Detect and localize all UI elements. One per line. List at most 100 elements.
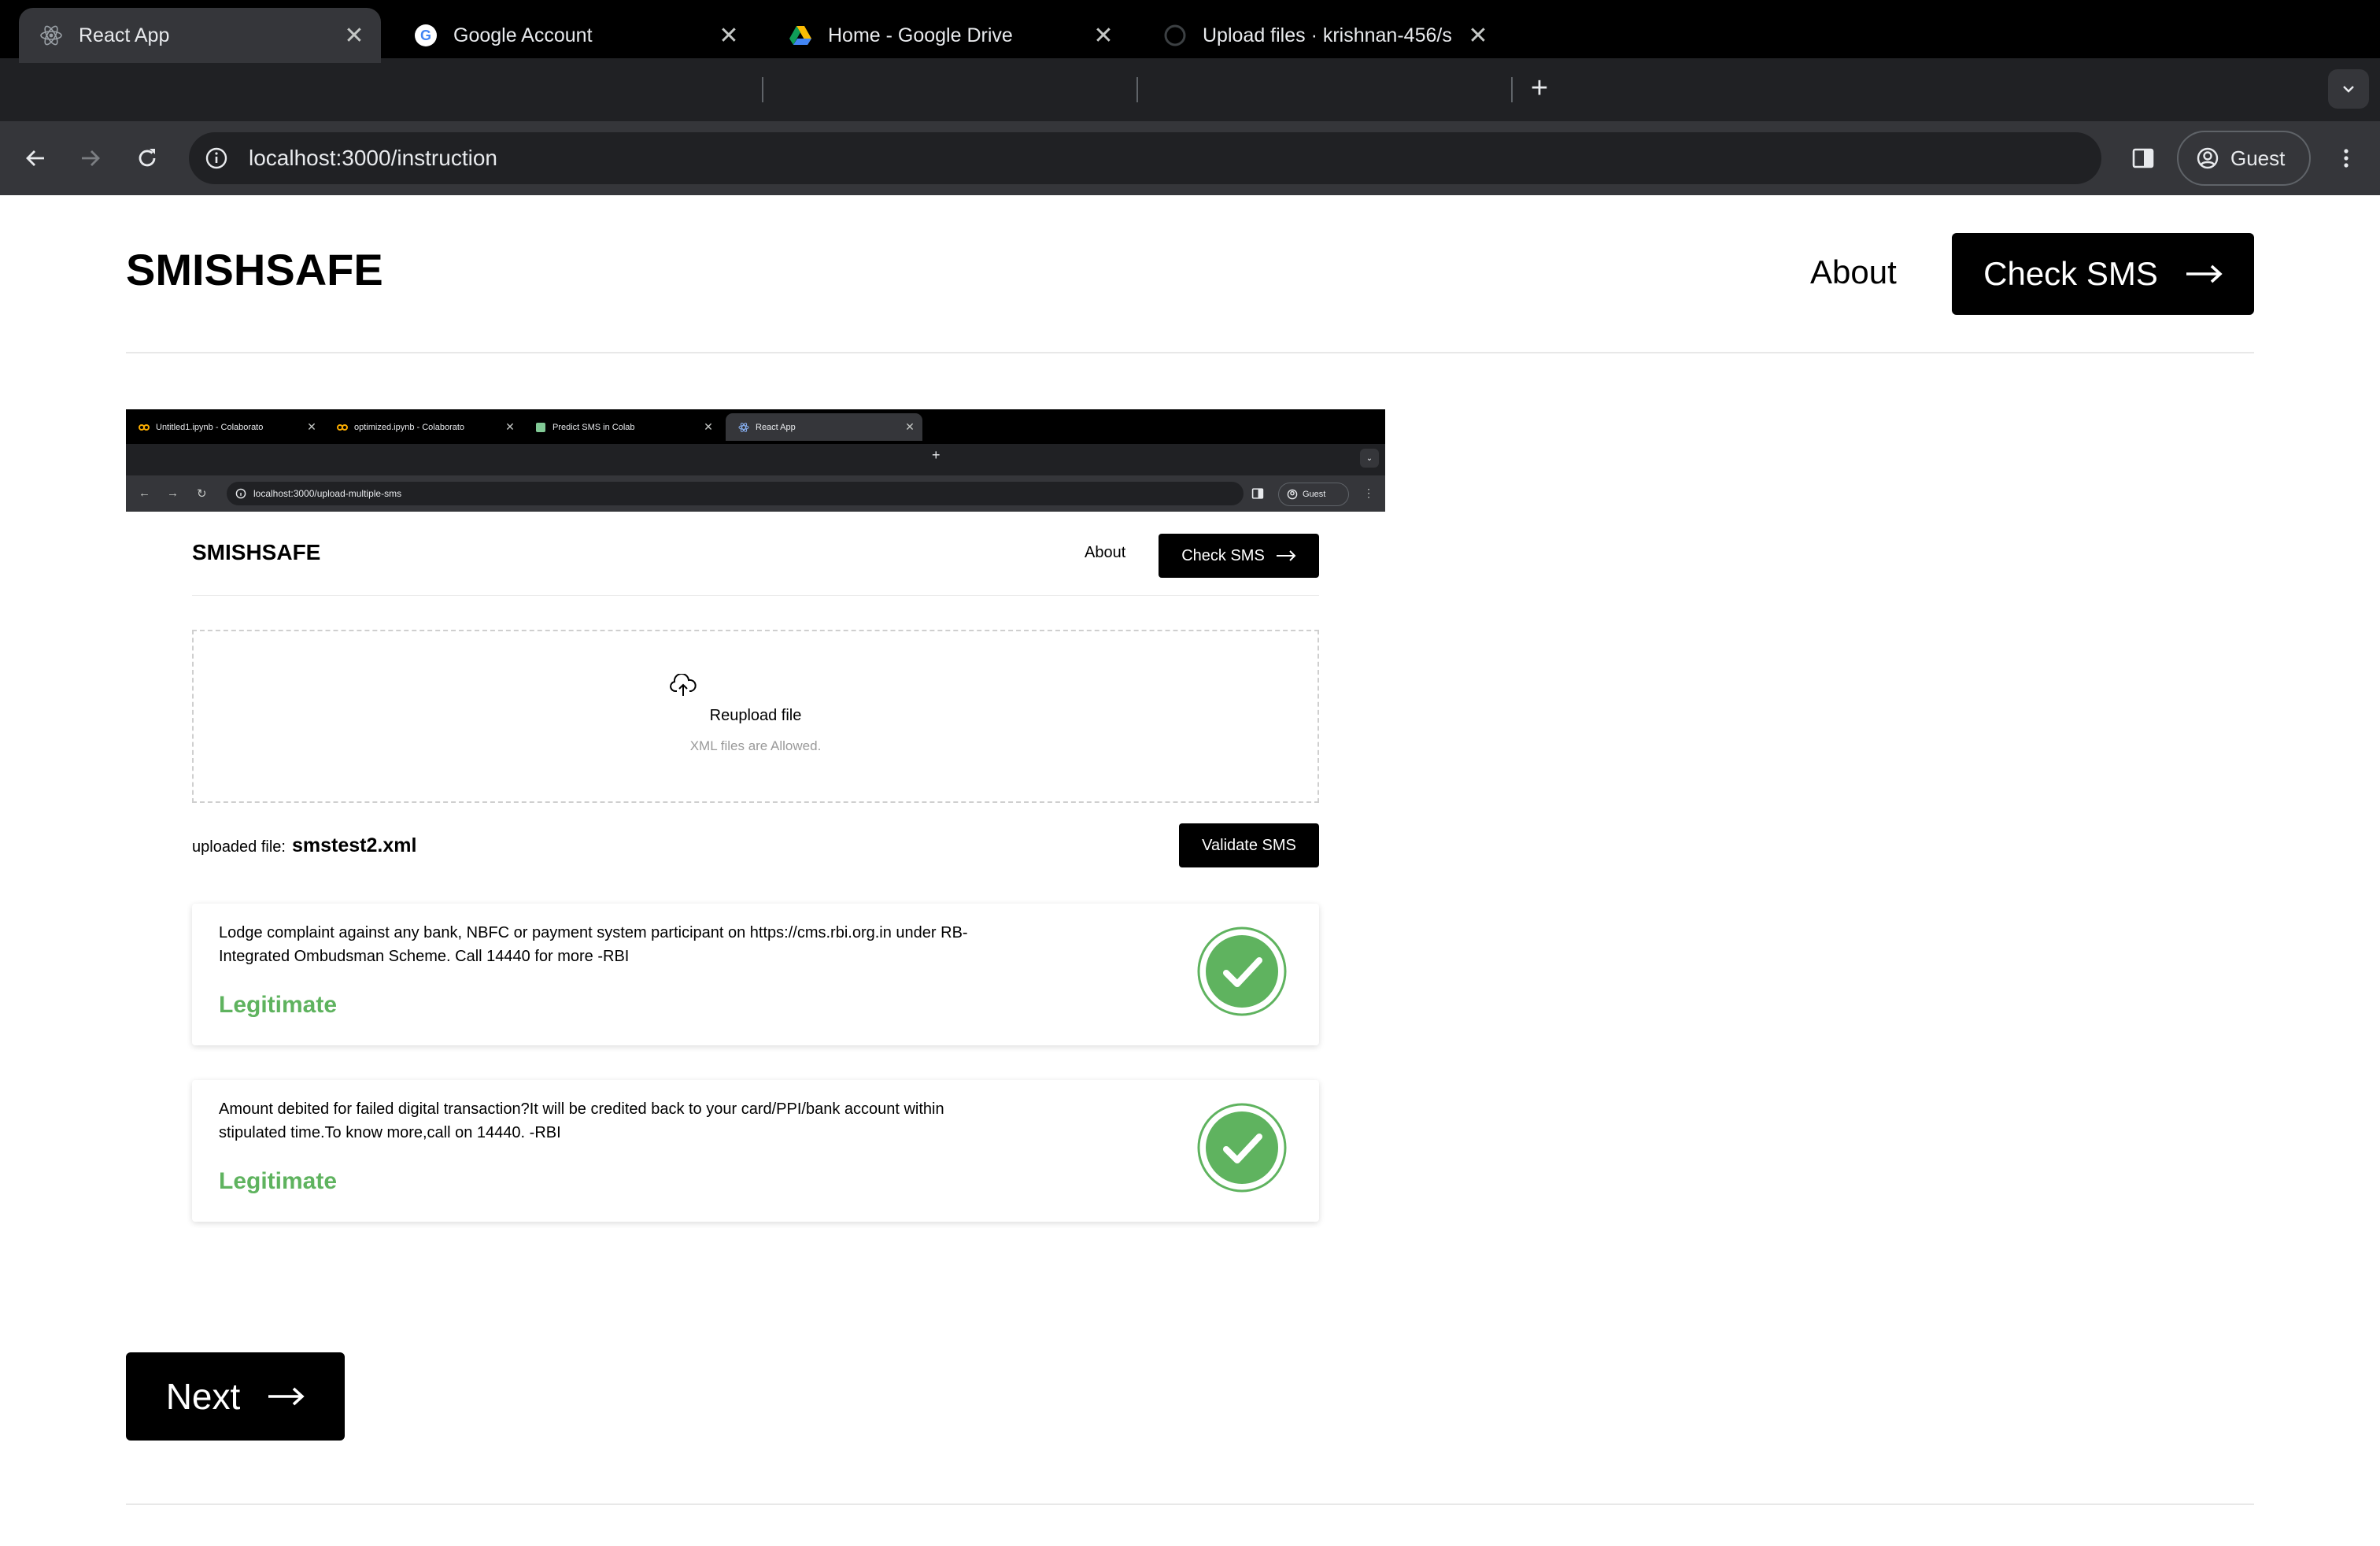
tab-title: Upload files · krishnan-456/s [1203,24,1452,46]
tab-google-account[interactable]: G Google Account ✕ [394,8,756,63]
instruction-screenshot: Untitled1.ipynb - Colaborato ✕ optimized… [126,409,1385,1228]
address-bar[interactable]: localhost:3000/instruction [189,132,2101,184]
sms-message-text: Amount debited for failed digital transa… [219,1100,944,1141]
screenshot-tab-title: Untitled1.ipynb - Colaborato [156,422,264,432]
arrow-right-icon: → [167,486,179,500]
screenshot-tab-predict: Predict SMS in Colab ✕ [523,413,721,441]
screenshot-reupload-label: Reupload file [709,707,802,724]
tab-upload-files[interactable]: Upload files · krishnan-456/s ✕ [1143,8,1505,63]
screenshot-validate-sms-button: Validate SMS [1179,823,1319,867]
screenshot-site-logo: SMISHSAFE [192,540,321,564]
screenshot-profile-button: Guest [1278,483,1349,506]
url-text: localhost:3000/instruction [249,146,497,170]
reload-icon: ↻ [197,487,207,501]
close-icon[interactable]: ✕ [1462,22,1494,50]
back-button[interactable] [16,139,55,178]
side-panel-icon [2132,148,2154,168]
svg-text:G: G [420,28,431,43]
screenshot-check-sms-label: Check SMS [1181,546,1265,564]
check-circle-icon [1197,1103,1287,1193]
check-circle-icon [1197,926,1287,1016]
cloud-upload-icon [669,673,697,701]
more-vertical-icon [2344,149,2349,168]
google-drive-icon [789,24,812,47]
tab-separator [1511,77,1513,102]
arrow-right-icon [2185,264,2223,283]
github-icon [1163,24,1187,47]
screenshot-header-divider [192,595,1319,596]
arrow-left-icon [26,150,44,166]
profile-icon [1287,489,1298,500]
site-logo[interactable]: SMISHSAFE [126,244,383,295]
screenshot-uploaded-file: uploaded file: smstest2.xml [192,834,416,857]
close-icon[interactable]: ✕ [713,22,745,50]
screenshot-profile-label: Guest [1303,490,1326,499]
screenshot-tab-optimized: optimized.ipynb - Colaborato ✕ [324,413,523,441]
info-icon[interactable] [203,145,230,172]
screenshot-tab-untitled: Untitled1.ipynb - Colaborato ✕ [126,413,324,441]
tab-strip [0,58,2380,121]
colab-icon [337,422,348,433]
close-icon[interactable]: ✕ [338,22,370,50]
close-icon: ✕ [905,420,915,433]
chevron-down-icon [2343,86,2354,93]
sms-message-text: Lodge complaint against any bank, NBFC o… [219,924,968,965]
check-sms-label: Check SMS [1983,255,2158,292]
next-label: Next [165,1376,241,1417]
next-button[interactable]: Next [126,1352,345,1441]
arrow-right-icon [82,150,100,166]
profile-icon [2196,146,2219,170]
tab-separator [1136,77,1138,102]
close-icon[interactable]: ✕ [1088,22,1119,50]
tab-title: React App [79,24,170,46]
info-icon [235,487,247,500]
check-sms-button[interactable]: Check SMS [1952,233,2254,315]
react-icon [738,422,749,433]
reload-icon [139,149,156,167]
arrow-left-icon: ← [139,486,150,500]
new-tab-button[interactable]: + [1525,71,1554,109]
tab-search-button[interactable] [2328,69,2369,109]
arrow-right-icon [1276,550,1296,561]
screenshot-tab-react-app: React App ✕ [726,413,922,441]
footer-divider [126,1503,2254,1505]
close-icon: ✕ [505,420,515,433]
browser-menu-button[interactable] [2326,139,2366,178]
close-icon: ✕ [307,420,316,433]
google-icon: G [414,24,438,47]
more-vertical-icon: ⋮ [1363,486,1374,499]
tab-title: Home - Google Drive [828,24,1013,46]
tab-google-drive[interactable]: Home - Google Drive ✕ [768,8,1130,63]
arrow-right-icon [267,1387,305,1406]
screenshot-about-link: About [1085,544,1126,561]
screenshot-allowed-text: XML files are Allowed. [689,738,822,753]
about-link[interactable]: About [1810,253,1897,291]
tab-separator [762,77,763,102]
screenshot-address-bar: localhost:3000/upload-multiple-sms [227,482,1244,505]
tab-react-app[interactable]: React App ✕ [19,8,381,63]
screenshot-check-sms-button: Check SMS [1159,534,1319,578]
chevron-down-icon: ⌄ [1360,449,1379,468]
screenshot-tab-title: React App [756,422,796,432]
result-label: Legitimate [219,1168,338,1194]
screenshot-result-card: Amount debited for failed digital transa… [192,1080,1319,1222]
tab-title: Google Account [453,24,593,46]
result-label: Legitimate [219,992,338,1018]
colab-icon [139,422,150,433]
screenshot-tab-title: optimized.ipynb - Colaborato [354,422,465,432]
side-panel-button[interactable] [2123,139,2163,178]
side-panel-icon [1251,487,1264,504]
page-icon [535,422,546,433]
screenshot-result-card: Lodge complaint against any bank, NBFC o… [192,904,1319,1045]
screenshot-url: localhost:3000/upload-multiple-sms [253,488,402,499]
profile-label: Guest [2230,146,2286,170]
close-icon: ✕ [704,420,713,433]
screenshot-uploaded-prefix: uploaded file: [192,838,286,856]
screenshot-tab-title: Predict SMS in Colab [552,422,635,432]
forward-button[interactable] [71,139,110,178]
profile-button[interactable]: Guest [2177,131,2311,186]
reload-button[interactable] [128,139,167,178]
header-divider [126,352,2254,353]
screenshot-tab-strip [126,444,1385,475]
react-icon [39,24,63,47]
